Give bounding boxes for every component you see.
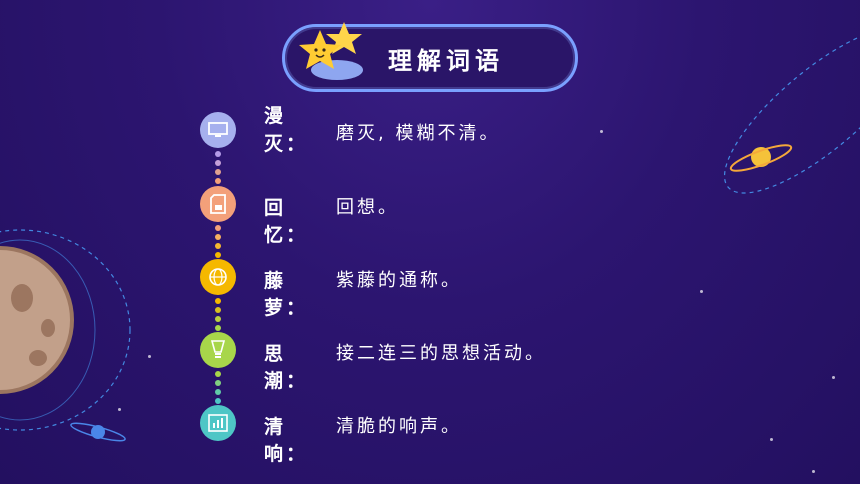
- smiling-stars-icon: [299, 22, 363, 80]
- term-label: 清响：: [264, 416, 309, 465]
- definition-text: 紫藤的通称。: [336, 270, 462, 291]
- monitor-icon: [200, 112, 236, 148]
- definition-text: 清脆的响声。: [336, 416, 462, 437]
- connector-dots: [214, 298, 222, 334]
- sd-card-icon: [200, 186, 236, 222]
- blue-planet-icon: [70, 422, 126, 442]
- brown-planet-icon: [0, 246, 74, 394]
- term-label: 漫灭：: [264, 105, 309, 155]
- globe-icon: [200, 259, 236, 295]
- ringed-planet-icon: [729, 144, 793, 172]
- definition-text: 接二连三的思想活动。: [336, 343, 546, 364]
- term-label: 藤萝：: [264, 270, 309, 319]
- page-title: 理解词语: [388, 47, 504, 75]
- chart-icon: [200, 405, 236, 441]
- connector-dots: [214, 151, 222, 187]
- connector-dots: [214, 371, 222, 407]
- bulb-icon: [200, 332, 236, 368]
- term-label: 回忆：: [264, 197, 309, 246]
- term-label: 思潮：: [264, 343, 309, 392]
- connector-dots: [214, 225, 222, 261]
- definition-text: 磨灭, 模糊不清。: [336, 123, 501, 144]
- definition-text: 回想。: [336, 197, 399, 218]
